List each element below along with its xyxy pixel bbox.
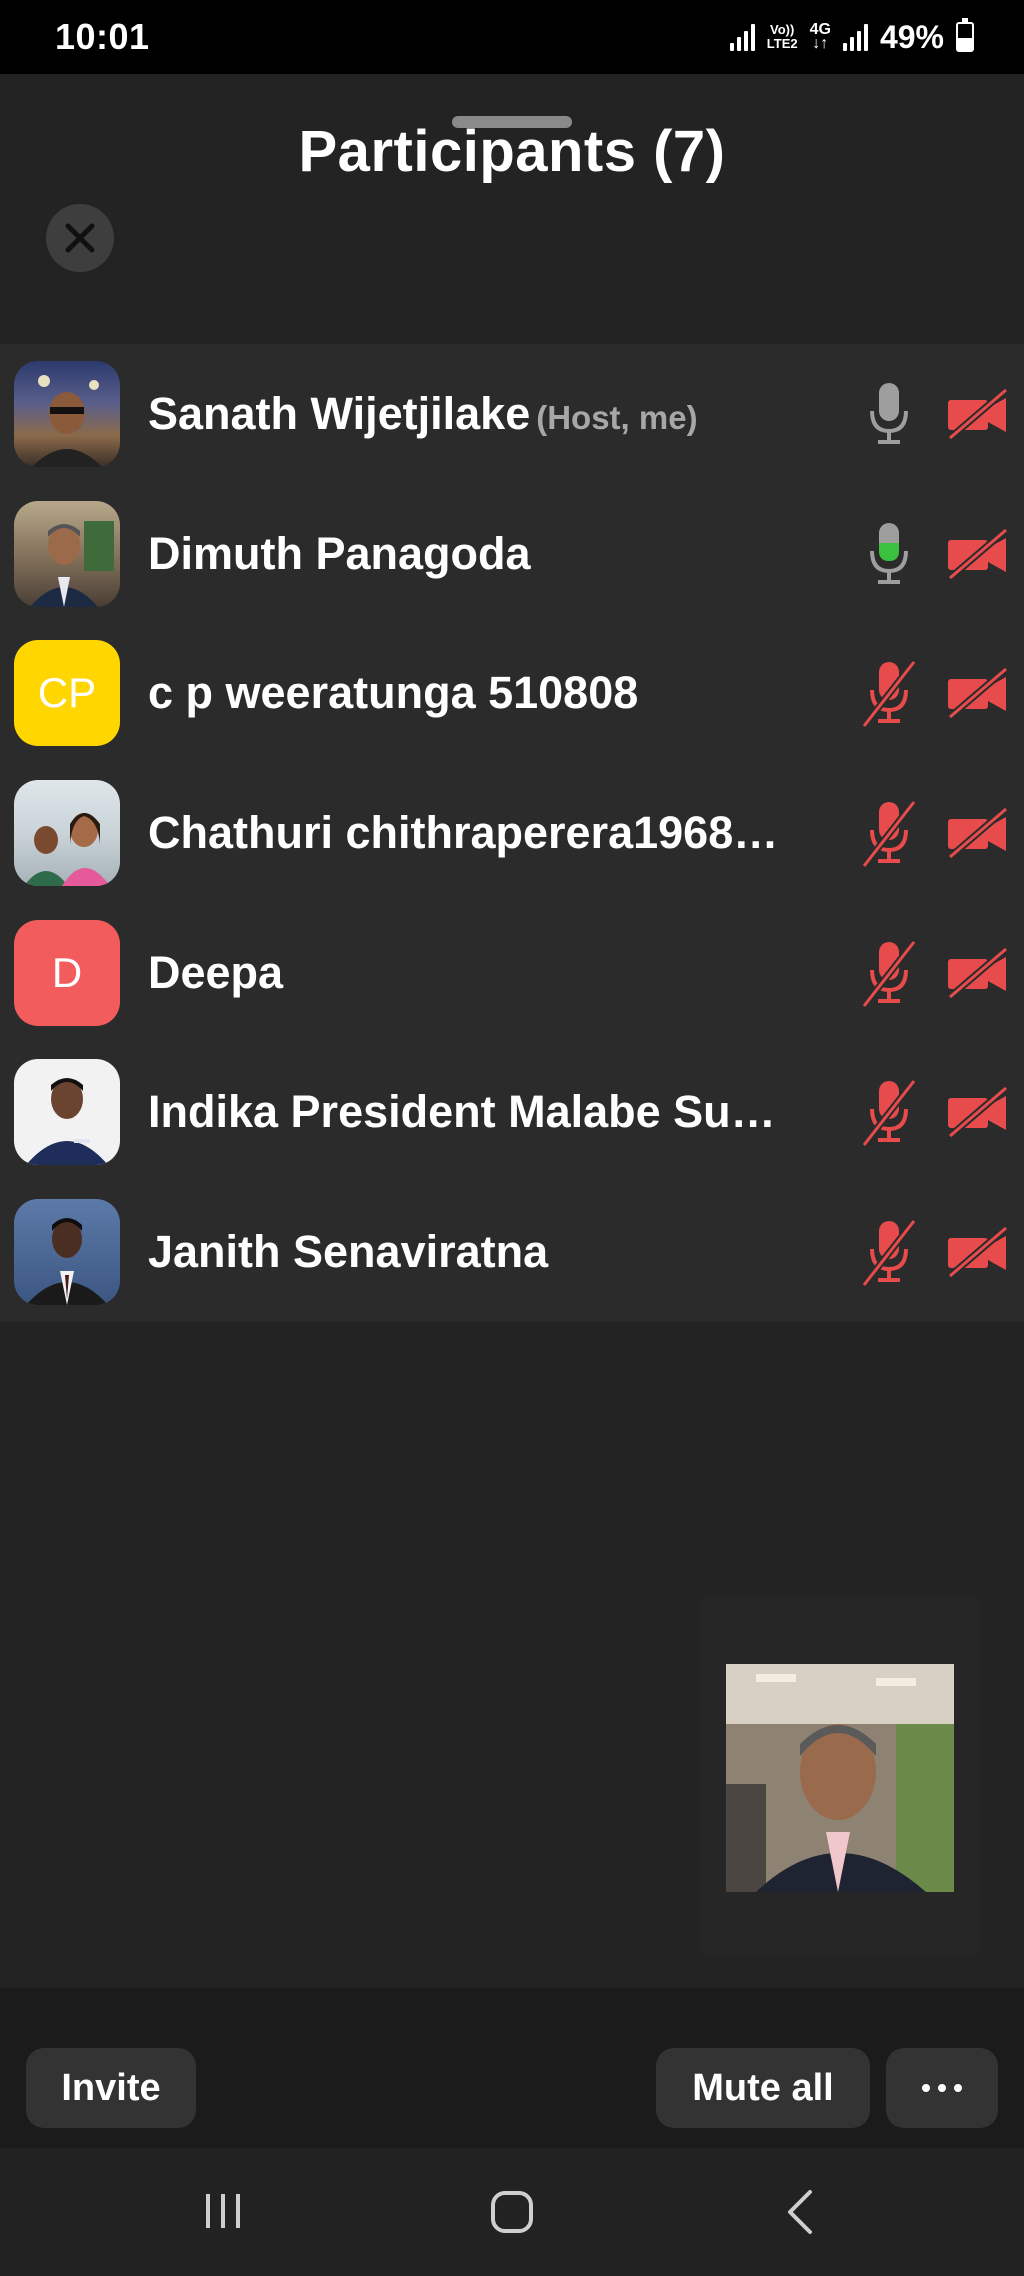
microphone-active-icon[interactable] bbox=[862, 519, 916, 589]
video-off-icon[interactable] bbox=[946, 1225, 1010, 1278]
recent-apps-icon[interactable] bbox=[200, 2188, 246, 2234]
more-options-button[interactable] bbox=[886, 2048, 998, 2128]
page-title: Participants (7) bbox=[298, 119, 726, 184]
participant-name: Chathuri chithraperera1968… bbox=[148, 806, 779, 858]
status-time: 10:01 bbox=[55, 16, 150, 57]
avatar bbox=[14, 779, 120, 886]
home-icon[interactable] bbox=[488, 2188, 536, 2236]
participant-name: Sanath Wijetjilake (Host, me) bbox=[148, 387, 698, 439]
avatar-initials: CP bbox=[14, 640, 120, 747]
avatar bbox=[14, 500, 120, 607]
participants-header: Participants (7) bbox=[0, 74, 1024, 344]
participant-name: c p weeratunga 510808 bbox=[148, 667, 639, 719]
self-video-preview[interactable] bbox=[726, 1664, 954, 1892]
participant-name: Dimuth Panagoda bbox=[148, 527, 531, 579]
more-icon bbox=[922, 2084, 962, 2092]
participant-row[interactable]: Sanath Wijetjilake (Host, me) bbox=[0, 344, 1024, 484]
volte-icon: Vo)) LTE2 bbox=[766, 22, 798, 51]
participant-name: Janith Senaviratna bbox=[148, 1225, 549, 1277]
participant-row[interactable]: Dimuth Panagoda bbox=[0, 484, 1024, 624]
mute-all-button[interactable]: Mute all bbox=[656, 2048, 870, 2128]
participant-row[interactable]: D Deepa bbox=[0, 903, 1024, 1043]
signal-icon-2 bbox=[842, 23, 868, 51]
status-icons: Vo)) LTE2 4G ↓↑ 49% bbox=[729, 18, 974, 56]
action-bar: Invite Mute all bbox=[0, 1988, 1024, 2148]
close-icon bbox=[65, 223, 95, 253]
participant-row[interactable]: CP c p weeratunga 510808 bbox=[0, 623, 1024, 763]
battery-icon bbox=[956, 18, 974, 52]
invite-button[interactable]: Invite bbox=[26, 2048, 196, 2128]
participant-row[interactable]: Janith Senaviratna bbox=[0, 1182, 1024, 1322]
video-off-icon[interactable] bbox=[946, 387, 1010, 440]
microphone-muted-icon[interactable] bbox=[862, 1077, 916, 1148]
avatar-initials: D bbox=[14, 919, 120, 1026]
status-bar: 10:01 Vo)) LTE2 4G ↓↑ 49% bbox=[0, 0, 1024, 74]
participant-row[interactable]: Chathuri chithraperera1968… bbox=[0, 763, 1024, 903]
video-off-icon[interactable] bbox=[946, 667, 1010, 720]
microphone-icon[interactable] bbox=[862, 379, 916, 449]
signal-icon bbox=[729, 23, 755, 51]
microphone-muted-icon[interactable] bbox=[862, 658, 916, 729]
close-button[interactable] bbox=[46, 204, 114, 272]
participant-name: Deepa bbox=[148, 946, 284, 998]
microphone-muted-icon[interactable] bbox=[862, 798, 916, 868]
microphone-muted-icon[interactable] bbox=[862, 1217, 916, 1287]
navigation-bar bbox=[0, 2148, 1024, 2276]
participant-list: Sanath Wijetjilake (Host, me) Dimuth Pana… bbox=[0, 344, 1024, 1322]
video-off-icon[interactable] bbox=[946, 806, 1010, 859]
avatar bbox=[14, 360, 120, 467]
network-type-icon: 4G ↓↑ bbox=[809, 21, 831, 52]
video-off-icon[interactable] bbox=[946, 1086, 1010, 1139]
back-icon[interactable] bbox=[780, 2188, 820, 2236]
participant-name: Indika President Malabe Su… bbox=[148, 1086, 776, 1138]
battery-percent: 49% bbox=[879, 18, 944, 55]
host-tag: (Host, me) bbox=[536, 398, 698, 436]
avatar bbox=[14, 1198, 120, 1305]
video-off-icon[interactable] bbox=[946, 527, 1010, 580]
video-off-icon[interactable] bbox=[946, 946, 1010, 999]
participant-row[interactable]: Indika President Malabe Su… bbox=[0, 1042, 1024, 1182]
avatar bbox=[14, 1059, 120, 1166]
microphone-muted-icon[interactable] bbox=[862, 938, 916, 1008]
